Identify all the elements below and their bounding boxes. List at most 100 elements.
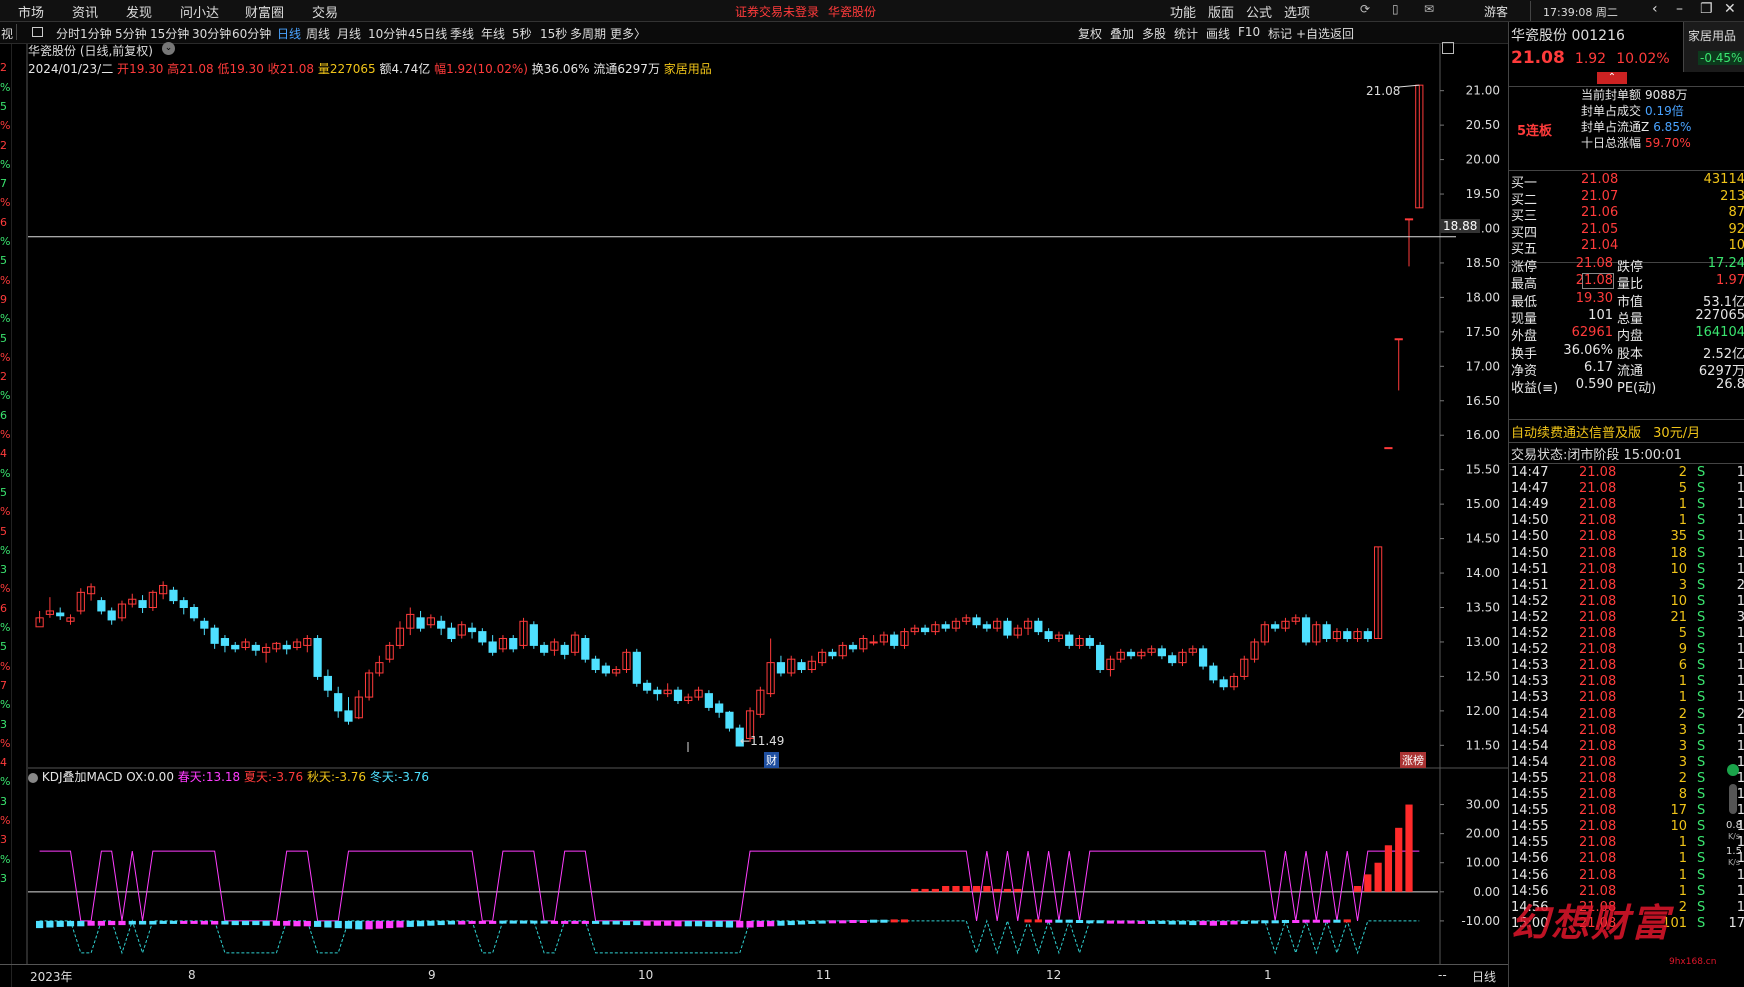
stat-value: 0.590 (1575, 377, 1613, 393)
high-mark-label: 21.08 (1366, 84, 1401, 98)
info-amt: 4.74亿 (391, 62, 431, 76)
sector-box[interactable]: 家居用品 -0.45% (1683, 22, 1744, 72)
y-axis-label: 17.00 (1466, 359, 1500, 373)
seal-value: 6.85% (1653, 120, 1692, 134)
candle-body (704, 693, 713, 708)
candle-body (1044, 631, 1053, 640)
watermark-logo: 幻想财富 (1511, 901, 1672, 945)
bid-price[interactable]: 21.04 (1581, 238, 1641, 256)
kdj-line (39, 850, 1420, 922)
indicator-switch-icon[interactable] (28, 772, 38, 783)
macd-bar (1024, 919, 1032, 923)
candle-body (715, 703, 724, 713)
minimize-icon[interactable]: – (1676, 1, 1683, 17)
maximize-pane-icon[interactable] (1442, 42, 1454, 54)
candle-body (56, 612, 65, 617)
price-pct: 10.02% (1616, 51, 1670, 67)
macd-bar (128, 920, 136, 925)
y-axis-label: 18.50 (1466, 256, 1500, 270)
macd-bar (1065, 919, 1073, 923)
macd-bar (952, 886, 960, 892)
macd-bar (674, 920, 682, 927)
x-tick: 8 (188, 968, 196, 982)
status-dot-icon (1727, 764, 1739, 776)
candle-body (210, 627, 219, 644)
bid-volume: 10 (1728, 238, 1744, 253)
candle-body (601, 665, 611, 674)
speed-slider[interactable] (1729, 784, 1737, 814)
macd-bar (581, 920, 589, 924)
bid-price[interactable]: 21.05 (1581, 222, 1641, 240)
indicator-y-label: 20.00 (1466, 827, 1500, 841)
indicator-name[interactable]: KDJ叠加MACD (42, 770, 123, 784)
macd-bar (1240, 920, 1248, 924)
bid-label: 买二 (1511, 192, 1538, 208)
macd-bar (36, 920, 44, 929)
info-chg: 1.92(10.02%) (446, 62, 528, 76)
macd-bar (1209, 920, 1217, 926)
info-date: 2024/01/23/二 (28, 62, 114, 76)
bid-volume: 43114 (1703, 172, 1744, 187)
candle-body (1363, 631, 1372, 640)
bid-price[interactable]: 21.08 (1581, 172, 1641, 190)
macd-bar (1405, 804, 1413, 892)
restore-icon[interactable]: ❐ (1700, 1, 1713, 17)
bid-volume: 213 (1720, 188, 1744, 204)
back-arrow-icon[interactable]: ‹ (1652, 1, 1658, 17)
candle-body (323, 675, 333, 691)
macd-bar (56, 920, 64, 927)
ad-text[interactable]: 自动续费通达信普及版 (1511, 426, 1641, 441)
chevron-down-icon[interactable]: ⌄ (162, 42, 175, 55)
info-high-label: 高 (167, 62, 180, 76)
close-icon[interactable]: ✕ (1724, 1, 1736, 17)
candle-body (447, 627, 456, 640)
y-axis-label: 19.50 (1466, 187, 1500, 201)
x-tick: 11 (816, 968, 832, 982)
ad-banner[interactable]: 自动续费通达信普及版 30元/月 (1511, 422, 1744, 441)
expand-up-icon[interactable]: ⌃ (1597, 72, 1627, 84)
macd-bar (324, 920, 332, 928)
macd-bar (1250, 920, 1259, 924)
macd-bar (561, 920, 569, 924)
macd-bar (427, 920, 435, 926)
autumn-label: 秋天: (306, 770, 335, 784)
bid-price[interactable]: 21.06 (1581, 205, 1641, 223)
candle-body (1003, 620, 1012, 636)
seal-value: 9088万 (1645, 88, 1688, 102)
macd-bar (283, 920, 291, 926)
spring-label: 春天: (177, 770, 206, 784)
macd-bar (787, 920, 795, 926)
bid-price[interactable]: 21.07 (1581, 189, 1641, 207)
y-axis-label: 15.50 (1466, 463, 1500, 477)
candle-body (529, 624, 538, 646)
macd-bar (509, 920, 517, 924)
chart-title: 华瓷股份 (日线,前复权) (28, 44, 153, 58)
y-axis-label: 15.00 (1466, 497, 1500, 511)
info-sector[interactable]: 家居用品 (664, 62, 712, 76)
macd-bar (911, 888, 919, 892)
finance-event-marker[interactable]: 财 (764, 752, 779, 768)
x-axis-period[interactable]: 日线 (1472, 968, 1496, 985)
macd-bar (602, 920, 610, 925)
macd-bar (1302, 919, 1310, 923)
candle-body (1209, 665, 1218, 681)
ad-price[interactable]: 30元/月 (1653, 426, 1700, 441)
macd-bar (530, 920, 538, 924)
stock-code: 001216 (1571, 28, 1625, 44)
stat-value: 101 (1588, 307, 1613, 323)
y-axis-label: 16.00 (1466, 428, 1500, 442)
macd-bar (416, 920, 425, 927)
bid-label: 买四 (1511, 225, 1538, 241)
macd-bar (303, 920, 311, 927)
speed-value-2: 1.5 (1726, 846, 1742, 857)
summer-label: 夏天: (244, 770, 273, 784)
bid-label: 买五 (1511, 242, 1538, 257)
tick-count: 17 (1728, 915, 1744, 931)
macd-bar (983, 886, 991, 892)
limit-up-list-marker[interactable]: 涨榜 (1400, 752, 1426, 768)
x-tick: 1 (1264, 968, 1272, 982)
macd-bar (664, 920, 672, 926)
kline-chart[interactable]: 21.0020.5020.0019.5019.0018.5018.0017.50… (0, 0, 1508, 987)
y-axis-label: 18.00 (1466, 290, 1500, 304)
ox-label: OX: (126, 770, 148, 784)
